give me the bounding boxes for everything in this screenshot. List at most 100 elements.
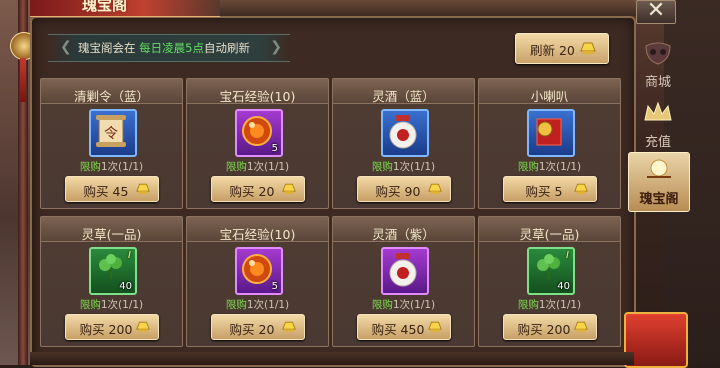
buy-label: 购买 200 bbox=[517, 322, 571, 337]
limit-label: 限购 bbox=[517, 161, 539, 173]
item-slot[interactable] bbox=[381, 247, 429, 295]
purchase-limit: 限购1次(1/1) bbox=[333, 159, 474, 174]
purchase-limit: 限购1次(1/1) bbox=[41, 159, 182, 174]
buy-label: 购买 20 bbox=[229, 322, 275, 337]
limit-count: 1次(1/1) bbox=[392, 161, 436, 173]
shop-item-card: 灵酒（蓝） 限购1次(1/1) 购买 90 bbox=[332, 78, 475, 209]
crown-icon bbox=[644, 101, 672, 121]
svg-text:令: 令 bbox=[104, 126, 118, 142]
shop-item-card: 灵酒（紫） 限购1次(1/1) 购买 450 bbox=[332, 216, 475, 347]
close-icon: ✕ bbox=[646, 0, 666, 23]
purchase-limit: 限购1次(1/1) bbox=[187, 159, 328, 174]
buy-button[interactable]: 购买 5 bbox=[503, 176, 597, 202]
item-name: 灵酒（紫） bbox=[372, 227, 435, 242]
limit-label: 限购 bbox=[371, 161, 393, 173]
tab-recharge-label: 充值 bbox=[644, 135, 671, 150]
limit-label: 限购 bbox=[79, 161, 101, 173]
tab-recharge[interactable]: 充值 bbox=[628, 96, 688, 154]
buy-label: 购买 450 bbox=[371, 322, 425, 337]
item-name: 灵草(一品) bbox=[519, 227, 580, 242]
shop-item-card: 宝石经验(10) 5 限购1次(1/1) 购买 20 bbox=[186, 216, 329, 347]
item-name: 宝石经验(10) bbox=[219, 227, 296, 242]
item-name: 灵酒（蓝） bbox=[372, 89, 435, 104]
notice-suffix: 自动刷新 bbox=[203, 41, 250, 55]
buy-button[interactable]: 购买 20 bbox=[211, 176, 305, 202]
notice-highlight: 每日凌晨5点 bbox=[139, 41, 204, 55]
tassel-icon bbox=[20, 58, 26, 102]
refresh-label: 刷新 20 bbox=[530, 43, 575, 58]
item-grade: I bbox=[566, 250, 569, 261]
buy-button[interactable]: 购买 20 bbox=[211, 314, 305, 340]
item-name: 灵草(一品) bbox=[81, 227, 142, 242]
gold-ingot-icon bbox=[428, 321, 442, 332]
limit-count: 1次(1/1) bbox=[246, 299, 290, 311]
item-slot[interactable] bbox=[527, 109, 575, 157]
limit-label: 限购 bbox=[225, 161, 247, 173]
limit-count: 1次(1/1) bbox=[100, 299, 144, 311]
item-slot[interactable]: I 40 bbox=[527, 247, 575, 295]
tab-mall-label: 商城 bbox=[644, 75, 671, 90]
shop-item-card: 灵草(一品) I 40 限购1次(1/1) 购买 200 bbox=[478, 216, 621, 347]
refresh-button[interactable]: 刷新 20 bbox=[515, 33, 609, 64]
item-quantity: 40 bbox=[557, 281, 570, 292]
buy-button[interactable]: 购买 200 bbox=[503, 314, 597, 340]
limit-count: 1次(1/1) bbox=[538, 299, 582, 311]
tab-treasure-label: 瑰宝阁 bbox=[639, 192, 679, 207]
limit-label: 限购 bbox=[517, 299, 539, 311]
purchase-limit: 限购1次(1/1) bbox=[41, 297, 182, 312]
chevron-left-icon: ❮ bbox=[60, 39, 72, 55]
gold-ingot-icon bbox=[574, 321, 588, 332]
gold-ingot-icon bbox=[580, 42, 596, 54]
window-title: 瑰宝阁 bbox=[82, 0, 128, 14]
shop-item-card: 小喇叭限购1次(1/1) 购买 5 bbox=[478, 78, 621, 209]
buy-button[interactable]: 购买 90 bbox=[357, 176, 451, 202]
item-name: 清剿令（蓝） bbox=[73, 89, 149, 104]
gold-ingot-icon bbox=[574, 183, 588, 194]
gold-ingot-icon bbox=[282, 321, 296, 332]
tab-treasure-pavilion[interactable]: 瑰宝阁 bbox=[628, 152, 690, 212]
limit-count: 1次(1/1) bbox=[538, 161, 582, 173]
item-slot[interactable] bbox=[381, 109, 429, 157]
item-slot[interactable]: I 40 bbox=[89, 247, 137, 295]
limit-label: 限购 bbox=[371, 299, 393, 311]
notice-text: 瑰宝阁会在 每日凌晨5点自动刷新 bbox=[78, 40, 250, 56]
buy-button[interactable]: 购买 45 bbox=[65, 176, 159, 202]
item-slot[interactable]: 5 bbox=[235, 109, 283, 157]
buy-label: 购买 200 bbox=[79, 322, 133, 337]
item-slot[interactable]: 5 bbox=[235, 247, 283, 295]
gold-ingot-icon bbox=[282, 183, 296, 194]
buy-button[interactable]: 购买 200 bbox=[65, 314, 159, 340]
limit-label: 限购 bbox=[225, 299, 247, 311]
tab-mall[interactable]: 商城 bbox=[628, 36, 688, 94]
item-name: 宝石经验(10) bbox=[219, 89, 296, 104]
item-slot[interactable]: 令 bbox=[89, 109, 137, 157]
buy-label: 购买 5 bbox=[525, 184, 563, 199]
close-button[interactable]: ✕ bbox=[636, 0, 676, 24]
mall-mask-icon bbox=[645, 42, 671, 65]
item-quantity: 40 bbox=[119, 281, 132, 292]
top-strip bbox=[220, 0, 660, 16]
treasure-pavilion-icon bbox=[647, 159, 671, 178]
gold-ingot-icon bbox=[136, 183, 150, 194]
buy-button[interactable]: 购买 450 bbox=[357, 314, 451, 340]
purchase-limit: 限购1次(1/1) bbox=[333, 297, 474, 312]
limit-count: 1次(1/1) bbox=[100, 161, 144, 173]
limit-count: 1次(1/1) bbox=[246, 161, 290, 173]
item-grade: I bbox=[128, 250, 131, 261]
purchase-limit: 限购1次(1/1) bbox=[479, 297, 620, 312]
limit-label: 限购 bbox=[79, 299, 101, 311]
buy-label: 购买 20 bbox=[229, 184, 275, 199]
refresh-notice: ❮ 瑰宝阁会在 每日凌晨5点自动刷新 ❯ bbox=[48, 34, 290, 62]
purchase-limit: 限购1次(1/1) bbox=[479, 159, 620, 174]
limit-count: 1次(1/1) bbox=[392, 299, 436, 311]
gold-ingot-icon bbox=[136, 321, 150, 332]
shop-item-card: 宝石经验(10) 5 限购1次(1/1) 购买 20 bbox=[186, 78, 329, 209]
chevron-right-icon: ❯ bbox=[270, 39, 282, 55]
window-title-tab: 瑰宝阁 bbox=[30, 0, 220, 17]
buy-label: 购买 45 bbox=[83, 184, 129, 199]
item-name: 小喇叭 bbox=[530, 89, 569, 104]
item-quantity: 5 bbox=[271, 281, 278, 292]
buy-label: 购买 90 bbox=[375, 184, 421, 199]
gold-ingot-icon bbox=[428, 183, 442, 194]
shop-item-card: 清剿令（蓝） 令限购1次(1/1) 购买 45 bbox=[40, 78, 183, 209]
